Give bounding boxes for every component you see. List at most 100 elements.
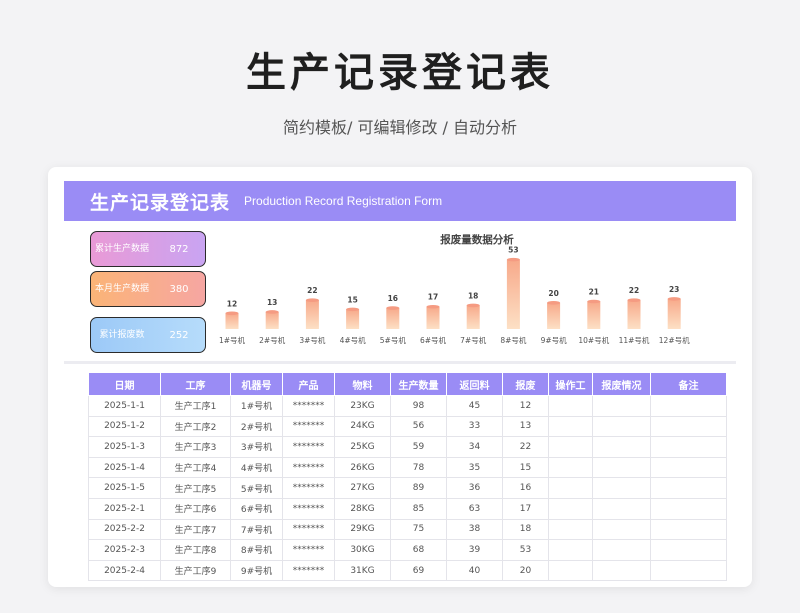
table-cell[interactable]: 2025-2-1 xyxy=(88,497,161,520)
table-cell[interactable] xyxy=(592,415,651,438)
table-cell[interactable]: 30KG xyxy=(334,539,391,561)
table-cell[interactable]: 生产工序7 xyxy=(160,518,231,541)
table-cell[interactable]: ******* xyxy=(282,539,335,561)
table-cell[interactable] xyxy=(548,518,593,541)
table-cell[interactable] xyxy=(592,497,651,520)
table-cell[interactable] xyxy=(592,518,651,541)
table-cell[interactable]: 40 xyxy=(446,559,503,582)
table-cell[interactable] xyxy=(592,456,651,479)
table-cell[interactable] xyxy=(548,456,593,479)
table-cell[interactable]: 生产工序8 xyxy=(160,539,231,561)
chart-bar xyxy=(426,306,440,329)
table-cell[interactable]: 17 xyxy=(502,497,549,520)
table-cell[interactable]: 24KG xyxy=(334,415,391,438)
table-cell[interactable]: 15 xyxy=(502,456,549,479)
table-cell[interactable]: 38 xyxy=(446,518,503,541)
table-cell[interactable] xyxy=(548,415,593,438)
table-cell[interactable]: ******* xyxy=(282,497,335,520)
table-cell[interactable]: 生产工序2 xyxy=(160,415,231,438)
table-cell[interactable] xyxy=(650,415,727,438)
table-cell[interactable] xyxy=(548,559,593,582)
table-cell[interactable] xyxy=(650,497,727,520)
table-cell[interactable]: 16 xyxy=(502,477,549,499)
table-cell[interactable]: ******* xyxy=(282,456,335,479)
table-cell[interactable]: 生产工序5 xyxy=(160,477,231,499)
table-cell[interactable]: 56 xyxy=(390,415,447,438)
table-cell[interactable] xyxy=(650,395,727,417)
table-cell[interactable]: 4#号机 xyxy=(230,456,283,479)
table-cell[interactable]: 生产工序6 xyxy=(160,497,231,520)
table-cell[interactable]: ******* xyxy=(282,559,335,582)
table-cell[interactable]: 22 xyxy=(502,436,549,458)
table-cell[interactable] xyxy=(650,539,727,561)
table-cell[interactable]: 33 xyxy=(446,415,503,438)
table-cell[interactable]: 29KG xyxy=(334,518,391,541)
table-cell[interactable]: 生产工序9 xyxy=(160,559,231,582)
table-cell[interactable]: 59 xyxy=(390,436,447,458)
table-cell[interactable]: 85 xyxy=(390,497,447,520)
table-cell[interactable]: 生产工序3 xyxy=(160,436,231,458)
table-cell[interactable]: 2025-1-4 xyxy=(88,456,161,479)
table-cell[interactable]: ******* xyxy=(282,477,335,499)
table-cell[interactable]: 35 xyxy=(446,456,503,479)
table-cell[interactable] xyxy=(592,477,651,499)
table-cell[interactable] xyxy=(548,436,593,458)
table-cell[interactable]: 18 xyxy=(502,518,549,541)
table-cell[interactable] xyxy=(592,395,651,417)
table-cell[interactable]: 31KG xyxy=(334,559,391,582)
table-cell[interactable]: 36 xyxy=(446,477,503,499)
table-cell[interactable]: 2025-1-3 xyxy=(88,436,161,458)
table-cell[interactable]: 26KG xyxy=(334,456,391,479)
table-cell[interactable] xyxy=(650,559,727,582)
table-cell[interactable]: 53 xyxy=(502,539,549,561)
table-cell[interactable]: 8#号机 xyxy=(230,539,283,561)
table-cell[interactable]: 20 xyxy=(502,559,549,582)
table-cell[interactable]: 28KG xyxy=(334,497,391,520)
table-cell[interactable]: 25KG xyxy=(334,436,391,458)
table-cell[interactable]: 89 xyxy=(390,477,447,499)
table-cell[interactable]: 1#号机 xyxy=(230,395,283,417)
table-cell[interactable]: 2025-1-2 xyxy=(88,415,161,438)
table-cell[interactable] xyxy=(650,477,727,499)
table-cell[interactable]: 75 xyxy=(390,518,447,541)
table-cell[interactable]: 69 xyxy=(390,559,447,582)
table-cell[interactable]: 45 xyxy=(446,395,503,417)
table-cell[interactable]: ******* xyxy=(282,436,335,458)
table-cell[interactable]: 5#号机 xyxy=(230,477,283,499)
table-cell[interactable]: 68 xyxy=(390,539,447,561)
table-cell[interactable]: ******* xyxy=(282,415,335,438)
table-cell[interactable] xyxy=(548,477,593,499)
table-cell[interactable]: 2025-1-1 xyxy=(88,395,161,417)
table-cell[interactable] xyxy=(650,456,727,479)
table-cell[interactable]: 34 xyxy=(446,436,503,458)
table-cell[interactable] xyxy=(548,539,593,561)
table-cell[interactable]: 生产工序4 xyxy=(160,456,231,479)
table-cell[interactable]: 23KG xyxy=(334,395,391,417)
table-cell[interactable]: 98 xyxy=(390,395,447,417)
table-cell[interactable]: 3#号机 xyxy=(230,436,283,458)
table-cell[interactable]: 2025-2-2 xyxy=(88,518,161,541)
table-cell[interactable]: ******* xyxy=(282,395,335,417)
table-cell[interactable]: 2025-2-4 xyxy=(88,559,161,582)
table-cell[interactable]: 生产工序1 xyxy=(160,395,231,417)
table-cell[interactable] xyxy=(592,436,651,458)
table-cell[interactable] xyxy=(592,539,651,561)
table-cell[interactable]: 7#号机 xyxy=(230,518,283,541)
table-cell[interactable]: 13 xyxy=(502,415,549,438)
table-cell[interactable]: 2#号机 xyxy=(230,415,283,438)
table-cell[interactable]: 6#号机 xyxy=(230,497,283,520)
table-cell[interactable]: ******* xyxy=(282,518,335,541)
table-cell[interactable] xyxy=(548,497,593,520)
table-cell[interactable]: 12 xyxy=(502,395,549,417)
table-cell[interactable]: 2025-2-3 xyxy=(88,539,161,561)
table-cell[interactable]: 9#号机 xyxy=(230,559,283,582)
table-cell[interactable] xyxy=(650,518,727,541)
table-cell[interactable]: 63 xyxy=(446,497,503,520)
table-cell[interactable]: 39 xyxy=(446,539,503,561)
table-cell[interactable]: 78 xyxy=(390,456,447,479)
table-cell[interactable] xyxy=(548,395,593,417)
table-cell[interactable]: 2025-1-5 xyxy=(88,477,161,499)
table-cell[interactable] xyxy=(650,436,727,458)
table-cell[interactable]: 27KG xyxy=(334,477,391,499)
table-cell[interactable] xyxy=(592,559,651,582)
